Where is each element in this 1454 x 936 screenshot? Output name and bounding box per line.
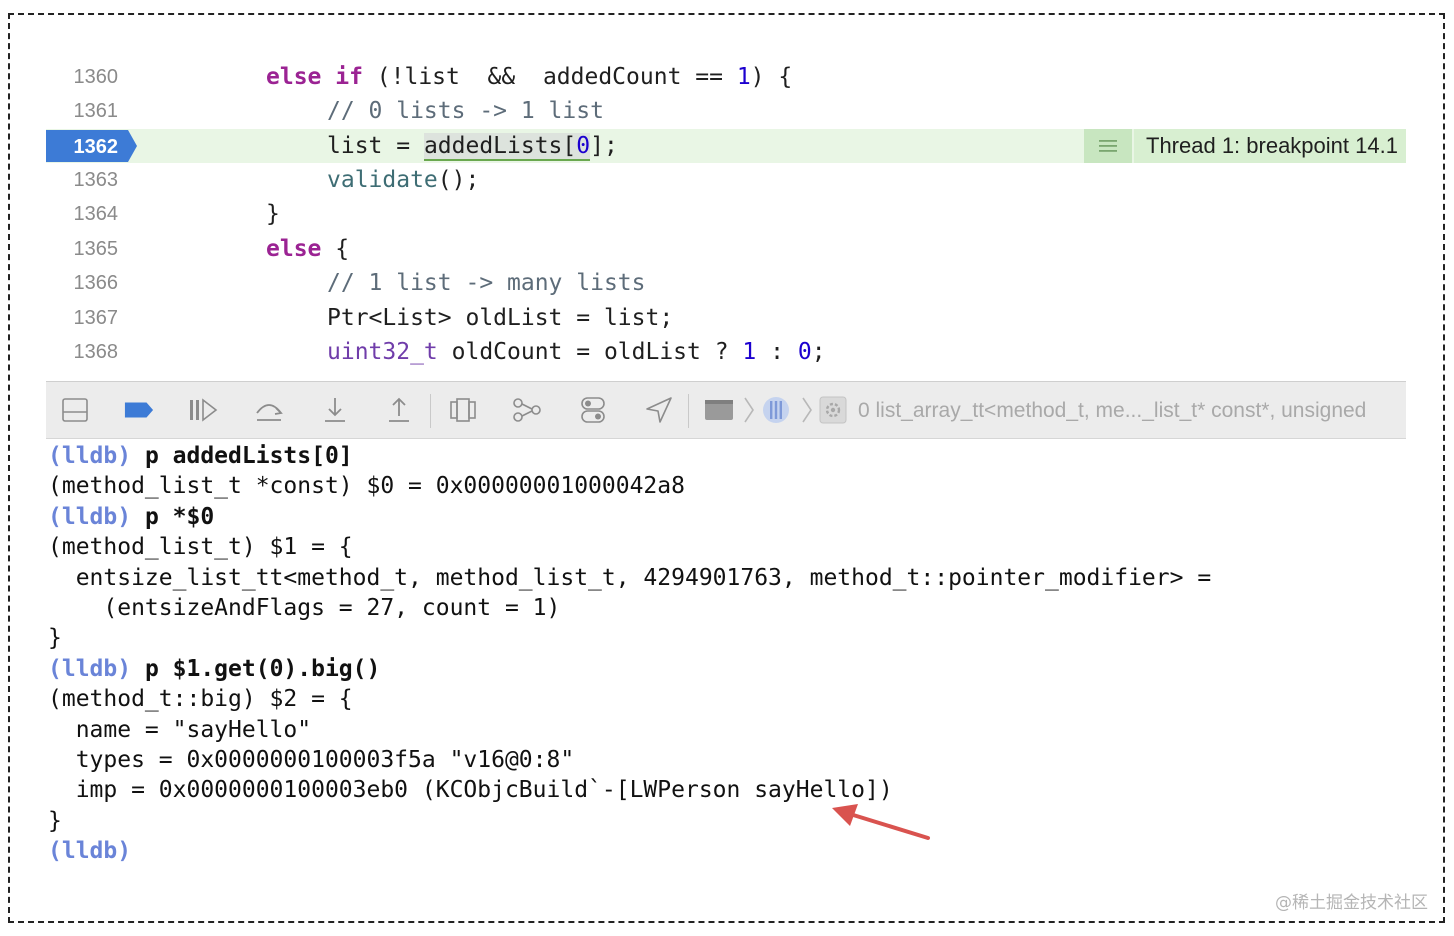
console-command: p $1.get(0).big() [131, 655, 381, 682]
console-output: (method_list_t) $1 = { [48, 534, 353, 561]
code-comment: // 1 list -> many lists [327, 270, 646, 296]
console-line: (lldb) p $1.get(0).big() [48, 654, 1448, 684]
line-number: 1366 [73, 272, 119, 294]
breakpoint-marker[interactable]: 1362 [46, 130, 138, 162]
console-output: } [48, 625, 62, 652]
line-number: 1368 [73, 341, 119, 363]
lldb-console[interactable]: (lldb) p addedLists[0] (method_list_t *c… [48, 441, 1448, 866]
watermark: @稀土掘金技术社区 [1275, 893, 1428, 913]
line-number: 1363 [73, 169, 119, 191]
code-line: 1363 validate(); [46, 163, 1406, 197]
chevron-right-icon [734, 395, 764, 425]
breakpoints-toggle-icon[interactable] [124, 395, 154, 425]
thread-annotation[interactable]: Thread 1: breakpoint 14.1 [1084, 129, 1406, 163]
code-line: 1368 uint32_t oldCount = oldList ? 1 : 0… [46, 335, 1406, 369]
console-line: (lldb) p *$0 [48, 502, 1448, 532]
console-output: (method_t::big) $2 = { [48, 686, 353, 713]
code-text: } [266, 201, 280, 227]
code-text: Ptr<List> oldList = list; [327, 305, 674, 331]
console-output: types = 0x0000000100003f5a "v16@0:8" [48, 746, 575, 773]
line-number: 1365 [73, 238, 119, 260]
toolbar-divider [430, 394, 431, 428]
code-text: validate(); [327, 167, 480, 193]
step-into-icon[interactable] [320, 395, 350, 425]
hide-debug-area-icon[interactable] [60, 395, 90, 425]
view-debugger-icon[interactable] [448, 395, 478, 425]
code-line: 1360 else if (!list && addedCount == 1) … [46, 60, 1406, 94]
line-number: 1367 [73, 307, 119, 329]
thread-icon[interactable] [761, 395, 791, 425]
console-input-line[interactable]: (lldb) [48, 836, 1448, 866]
current-line-highlight: 1362 list = addedLists[0]; Thread 1: bre… [46, 129, 1406, 163]
process-icon[interactable] [704, 395, 734, 425]
annotation-arrow-icon [828, 802, 934, 848]
frame-icon[interactable] [818, 395, 848, 425]
lldb-prompt: (lldb) [48, 443, 132, 469]
console-output: (method_list_t *const) $0 = 0x0000000100… [48, 473, 685, 500]
console-output: (entsizeAndFlags = 27, count = 1) [48, 594, 561, 621]
line-number: 1360 [73, 66, 119, 88]
lldb-prompt: (lldb) [48, 838, 132, 865]
code-text: uint32_t oldCount = oldList ? 1 : 0; [327, 339, 826, 365]
code-line: 1365 else { [46, 232, 1406, 266]
console-output: } [48, 807, 62, 834]
memory-graph-icon[interactable] [512, 395, 542, 425]
stack-frame-breadcrumb[interactable]: 0 list_array_tt<method_t, me..._list_t* … [858, 382, 1366, 438]
step-over-icon[interactable] [254, 395, 284, 425]
toolbar-divider [688, 394, 689, 428]
code-line: 1367 Ptr<List> oldList = list; [46, 301, 1406, 335]
source-editor[interactable]: 1360 else if (!list && addedCount == 1) … [46, 60, 1406, 381]
environment-overrides-icon[interactable] [578, 395, 608, 425]
code-text: list = addedLists[0]; [327, 133, 618, 161]
code-comment: // 0 lists -> 1 list [327, 98, 604, 124]
lldb-prompt: (lldb) [48, 503, 132, 530]
thread-label: Thread 1: breakpoint 14.1 [1134, 129, 1406, 163]
hamburger-icon[interactable] [1084, 129, 1132, 163]
code-line: 1361 // 0 lists -> 1 list [46, 94, 1406, 128]
continue-icon[interactable] [188, 395, 218, 425]
step-out-icon[interactable] [384, 395, 414, 425]
debug-toolbar: 0 list_array_tt<method_t, me..._list_t* … [46, 381, 1406, 439]
code-line: 1364 } [46, 197, 1406, 231]
lldb-prompt: (lldb) [48, 655, 132, 682]
console-output: imp = 0x0000000100003eb0 (KCObjcBuild`-[… [48, 777, 893, 804]
console-command: p addedLists[0] [131, 443, 353, 469]
line-number: 1361 [73, 100, 119, 122]
console-command: p *$0 [131, 503, 215, 530]
simulate-location-icon[interactable] [644, 395, 674, 425]
console-line: (lldb) p addedLists[0] [48, 441, 1448, 471]
line-number-current: 1362 [73, 136, 119, 158]
code-text: else if (!list && addedCount == 1) { [266, 64, 793, 90]
console-output: name = "sayHello" [48, 716, 312, 743]
line-number: 1364 [73, 203, 119, 225]
code-line: 1366 // 1 list -> many lists [46, 266, 1406, 300]
code-text: else { [266, 236, 350, 262]
console-output: entsize_list_tt<method_t, method_list_t,… [48, 564, 1212, 591]
selected-token[interactable]: addedLists[0 [423, 133, 591, 161]
